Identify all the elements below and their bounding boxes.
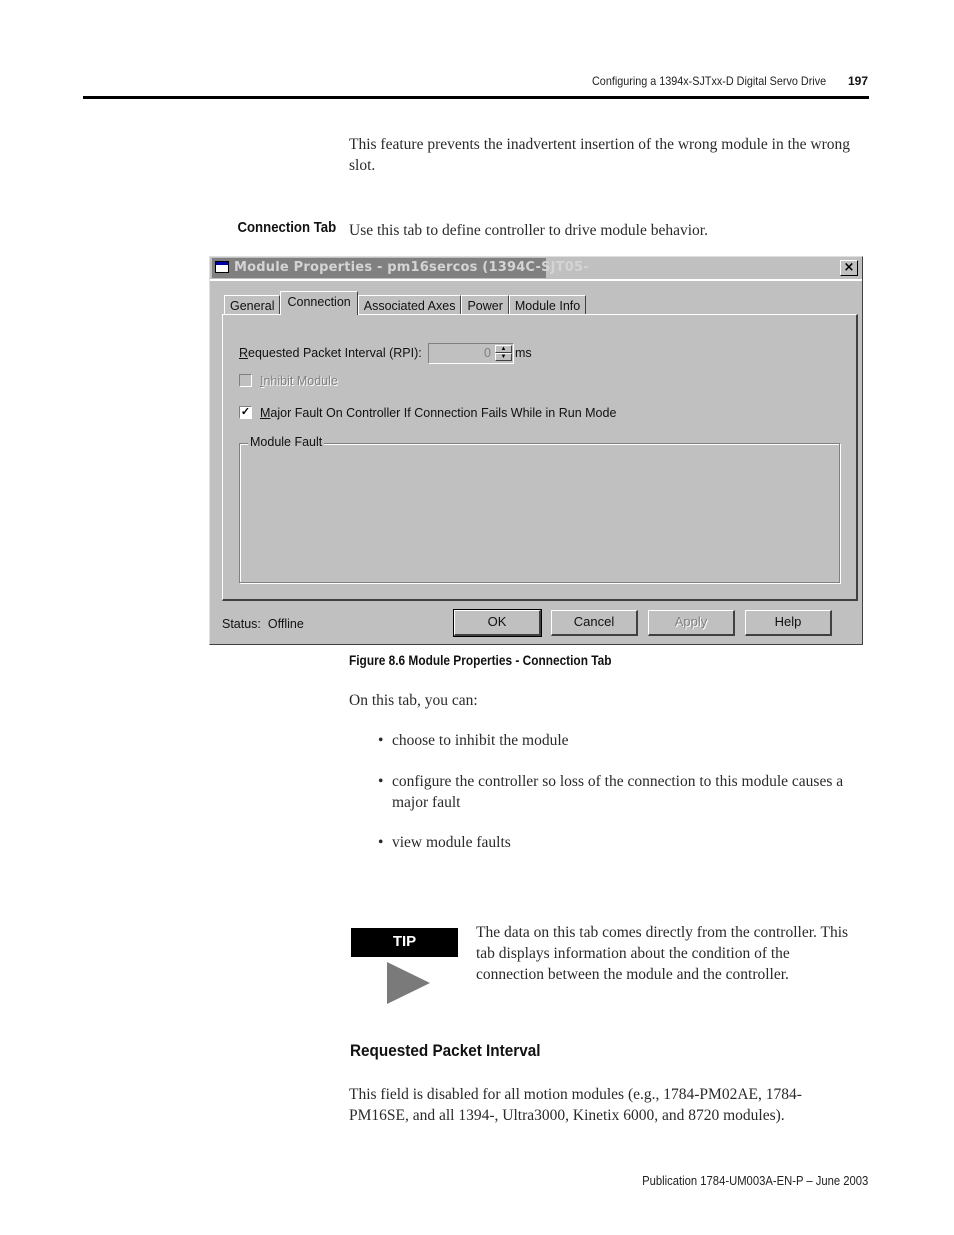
figure-caption: Figure 8.6 Module Properties - Connectio… xyxy=(349,653,612,668)
close-button[interactable]: × xyxy=(840,260,858,276)
rpi-label-mnemonic: R xyxy=(239,346,249,360)
spin-up-icon[interactable]: ▲ xyxy=(495,345,512,353)
module-fault-group: Module Fault xyxy=(239,435,840,583)
dialog-title: Module Properties - pm16sercos (1394C-SJ… xyxy=(234,260,589,275)
rpi-unit: ms xyxy=(515,346,532,360)
window-icon xyxy=(215,261,229,273)
major-fault-mnemonic: M xyxy=(260,406,271,420)
list-item: view module faults xyxy=(378,832,872,853)
checkmark-icon: ✓ xyxy=(240,406,251,418)
section-side-heading: Connection Tab xyxy=(237,219,336,236)
tab-general[interactable]: General xyxy=(224,295,281,315)
inhibit-module-label: Inhibit Module xyxy=(260,374,338,388)
list-item: configure the controller so loss of the … xyxy=(378,771,872,813)
connection-tab-panel: Requested Packet Interval (RPI): 0 ▲ ▼ m… xyxy=(222,314,858,601)
tab-connection[interactable]: Connection xyxy=(280,291,358,315)
status-label: Status: xyxy=(222,617,261,631)
module-properties-dialog: Module Properties - pm16sercos (1394C-SJ… xyxy=(209,256,863,645)
tip-badge: TIP xyxy=(351,928,458,957)
rpi-label-text: equested Packet Interval (RPI): xyxy=(248,346,422,360)
tip-arrow-icon xyxy=(387,962,430,1004)
spin-down-icon[interactable]: ▼ xyxy=(495,353,512,361)
rpi-input[interactable]: 0 ▲ ▼ xyxy=(428,343,514,364)
tab-associated-axes[interactable]: Associated Axes xyxy=(357,295,462,315)
tip-text: The data on this tab comes directly from… xyxy=(476,924,849,983)
tab-module-info[interactable]: Module Info xyxy=(508,295,587,315)
section-lead-text: Use this tab to define controller to dri… xyxy=(349,222,708,239)
status-line: Status: Offline xyxy=(222,617,304,631)
rpi-value: 0 xyxy=(484,346,491,360)
publication-footer: Publication 1784-UM003A-EN-P – June 2003 xyxy=(641,1174,868,1188)
rpi-spinner[interactable]: ▲ ▼ xyxy=(495,345,512,362)
module-fault-label: Module Fault xyxy=(248,435,325,449)
page-number: 197 xyxy=(847,74,868,88)
inhibit-label-text: nhibit Module xyxy=(263,374,338,388)
subsection-heading: Requested Packet Interval xyxy=(350,1041,541,1060)
help-button[interactable]: Help xyxy=(745,610,832,636)
intro-paragraph: This feature prevents the inadvertent in… xyxy=(349,136,851,174)
major-fault-label: Major Fault On Controller If Connection … xyxy=(260,406,616,420)
cancel-button[interactable]: Cancel xyxy=(551,610,638,636)
tab-strip: General Connection Associated Axes Power… xyxy=(224,291,587,315)
dialog-titlebar[interactable]: Module Properties - pm16sercos (1394C-SJ… xyxy=(212,258,860,278)
rpi-label: Requested Packet Interval (RPI): xyxy=(239,346,422,360)
status-value: Offline xyxy=(267,617,304,631)
major-fault-checkbox[interactable]: ✓ xyxy=(239,406,252,419)
title-separator xyxy=(210,279,862,281)
ok-button[interactable]: OK xyxy=(453,609,542,637)
list-item: choose to inhibit the module xyxy=(378,730,872,751)
close-icon: × xyxy=(843,260,855,275)
subsection-text: This field is disabled for all motion mo… xyxy=(349,1086,802,1124)
header-rule xyxy=(83,96,869,99)
tab-power[interactable]: Power xyxy=(461,295,509,315)
major-fault-label-text: ajor Fault On Controller If Connection F… xyxy=(270,406,617,420)
list-intro: On this tab, you can: xyxy=(349,692,478,709)
running-header-title: Configuring a 1394x-SJTxx-D Digital Serv… xyxy=(591,74,826,88)
apply-button[interactable]: Apply xyxy=(648,610,735,636)
inhibit-module-checkbox[interactable] xyxy=(239,374,252,387)
